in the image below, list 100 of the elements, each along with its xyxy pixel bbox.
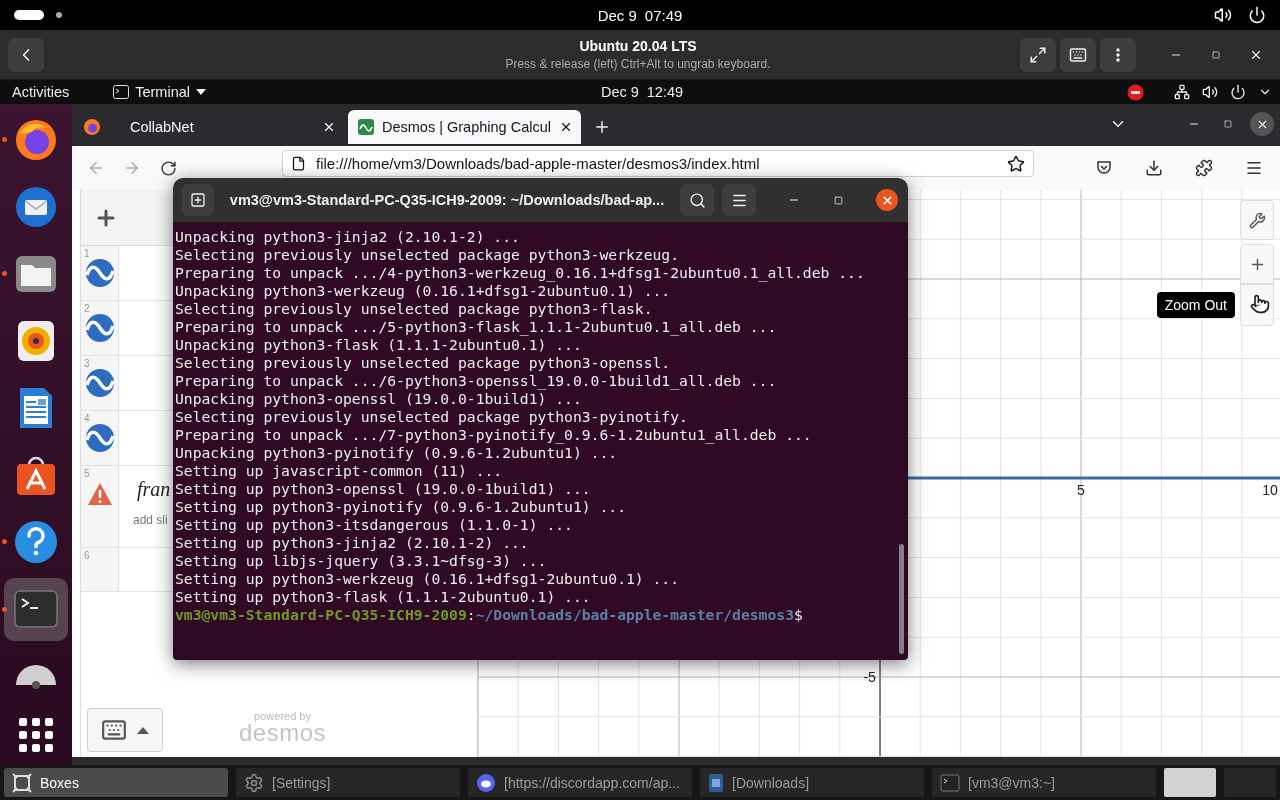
taskbar-item[interactable]: [Downloads]	[700, 768, 924, 797]
axis-label: -5	[863, 669, 876, 685]
arrow-right-icon	[123, 159, 141, 177]
boxes-icon	[12, 772, 32, 793]
taskbar-item[interactable]: Boxes	[4, 768, 228, 797]
expand-icon	[1029, 45, 1047, 64]
powered-by-text: powered by	[254, 710, 311, 722]
caret-up-icon	[137, 726, 149, 734]
terminal-line: Unpacking python3-pyinotify (0.9.6-1.2ubuntu1) ...	[175, 444, 618, 462]
line-number: 1	[84, 248, 90, 259]
terminal-line: Setting up libjs-jquery (3.3.1~dfsg-3) ...	[175, 552, 547, 570]
terminal-line: Setting up python3-flask (1.1.1-2ubuntu0.1) ...	[175, 588, 591, 606]
menu-button[interactable]	[722, 184, 756, 216]
terminal-line: Selecting previously unselected package python3-flask.	[175, 300, 653, 318]
url-field[interactable]: file:///home/vm3/Downloads/bad-apple-master/desmos3/index.html	[282, 150, 1034, 177]
line-number: 3	[84, 358, 90, 369]
menu-button[interactable]	[1100, 37, 1136, 72]
close-button[interactable]	[1250, 112, 1274, 136]
terminal-line: Unpacking python3-werkzeug (0.16.1+dfsg1-2ubuntu0.1) ...	[175, 282, 671, 300]
taskbar-item[interactable]: [vm3@vm3:~]	[932, 768, 1156, 797]
hint-link[interactable]: add sli	[133, 513, 168, 527]
expression-text: fran	[137, 478, 171, 501]
hint-text: Press & release (left) Ctrl+Alt to ungrab keyboard.	[505, 57, 771, 71]
terminal-line: Setting up python3-jinja2 (2.10.1-2) ...	[175, 534, 529, 552]
terminal-line: Setting up javascript-common (11) ...	[175, 462, 503, 480]
activities-button[interactable]: Activities	[12, 84, 70, 100]
terminal-line: Preparing to unpack .../7-python3-pyinotify_0.9.6-1.2ubuntu1_all.deb ...	[175, 426, 812, 444]
file-icon	[291, 156, 306, 171]
power-icon	[1230, 84, 1246, 100]
workspace-thumbnail[interactable]	[1164, 768, 1216, 797]
time-label: 12:49	[646, 84, 684, 100]
window-title: Ubuntu 20.04 LTS	[579, 38, 697, 54]
browser-tab[interactable]: CollabNet	[112, 110, 344, 144]
maximize-icon	[1224, 120, 1232, 128]
terminal-line: Selecting previously unselected package python3-pyinotify.	[175, 408, 688, 426]
line-number: 5	[84, 468, 90, 479]
line-number: 4	[84, 413, 90, 424]
menu-icon	[1245, 159, 1263, 177]
terminal-line: Preparing to unpack .../5-python3-flask_1.1.1-2ubuntu0.1_all.deb ...	[175, 318, 777, 336]
axis-label: 5	[1077, 482, 1085, 498]
workspace-indicator-icon	[14, 10, 64, 20]
wrench-icon	[1248, 211, 1266, 229]
search-button[interactable]	[680, 184, 714, 216]
wave-icon	[84, 313, 115, 343]
terminal-line: Unpacking python3-flask (1.1.1-2ubuntu0.1) ...	[175, 336, 582, 354]
plus-icon	[593, 118, 611, 136]
terminal-line: Setting up python3-openssl (19.0.0-1build1) ...	[175, 480, 591, 498]
terminal-line: Selecting previously unselected package python3-werkzeug.	[175, 246, 680, 264]
file-icon	[708, 772, 724, 793]
browser-tab[interactable]: Desmos | Graphing Calcul	[348, 110, 581, 144]
taskbar-item[interactable]: [Settings]	[236, 768, 460, 797]
tooltip: Zoom Out	[1156, 292, 1235, 318]
terminal-line: Setting up python3-pyinotify (0.9.6-1.2ubuntu1) ...	[175, 498, 626, 516]
close-icon[interactable]	[322, 120, 336, 134]
bookmark-star-icon[interactable]	[1007, 154, 1025, 173]
menu-icon	[1116, 47, 1120, 62]
wave-icon	[84, 258, 115, 288]
help-icon	[12, 518, 60, 566]
app-menu[interactable]: Terminal	[113, 84, 206, 100]
close-icon[interactable]	[559, 120, 573, 134]
line-number: 6	[84, 550, 90, 561]
browser-icon	[83, 118, 101, 136]
apps-grid-icon	[19, 718, 53, 753]
wave-icon	[84, 423, 115, 453]
new-tab-button[interactable]	[182, 184, 214, 216]
download-icon	[1145, 159, 1163, 177]
keyboard-button[interactable]	[1060, 37, 1096, 72]
maximize-icon	[1212, 50, 1220, 59]
axis-label: 10	[1262, 482, 1278, 498]
terminal-icon	[940, 773, 960, 792]
power-icon[interactable]	[1248, 6, 1266, 24]
new-tab-icon	[190, 192, 206, 208]
keyboard-icon	[101, 717, 127, 743]
terminal-line: Preparing to unpack .../4-python3-werkzeug_0.16.1+dfsg1-2ubuntu0.1_all.deb ...	[175, 264, 865, 282]
volume-icon[interactable]	[1214, 6, 1232, 24]
settings-button[interactable]	[1240, 200, 1274, 240]
time-label: 07:49	[644, 6, 683, 24]
keyboard-toggle-button[interactable]	[87, 708, 163, 752]
brand-logo: desmos	[239, 722, 327, 744]
pointer-cursor-icon	[1250, 294, 1270, 314]
taskbar-item[interactable]: [https://discordapp.com/ap...	[468, 768, 692, 797]
maximize-icon	[833, 195, 843, 205]
network-icon	[1174, 84, 1190, 100]
wave-icon	[84, 368, 115, 398]
terminal-line: Setting up python3-itsdangerous (1.1.0-1) ...	[175, 516, 573, 534]
date-label: Dec 9	[597, 6, 637, 24]
window-title: vm3@vm3-Standard-PC-Q35-ICH9-2009: ~/Downloads/bad-ap...	[228, 192, 666, 208]
warning-icon	[86, 482, 113, 506]
do-not-disturb-icon	[1127, 83, 1144, 101]
terminal-line: Setting up python3-werkzeug (0.16.1+dfsg1-2ubuntu0.1) ...	[175, 570, 680, 588]
close-button[interactable]	[876, 189, 898, 211]
terminal-line: Preparing to unpack .../6-python3-openssl_19.0.0-1build1_all.deb ...	[175, 372, 777, 390]
reload-icon	[159, 159, 177, 177]
favicon-icon	[358, 119, 374, 135]
volume-icon	[1202, 84, 1218, 100]
terminal-icon	[113, 85, 130, 99]
keyboard-icon	[1069, 45, 1087, 64]
disc-icon	[16, 663, 56, 690]
terminal-line: Unpacking python3-openssl (19.0.0-1build1) ...	[175, 390, 582, 408]
fullscreen-button[interactable]	[1020, 37, 1056, 72]
